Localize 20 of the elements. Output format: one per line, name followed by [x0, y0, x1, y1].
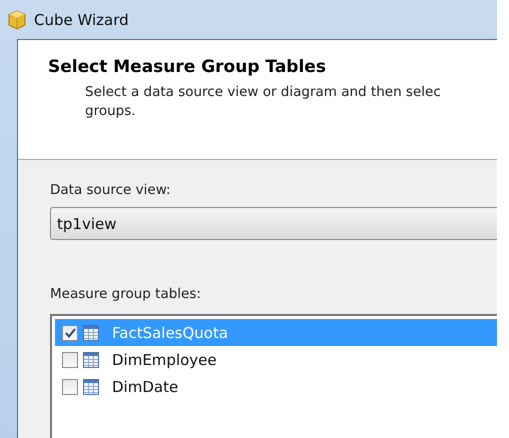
table-icon	[83, 352, 99, 368]
checkbox[interactable]	[62, 378, 78, 394]
description-text: groups.	[85, 102, 137, 121]
table-name: FactSalesQuota	[112, 324, 228, 342]
description-text: Select a data source view or diagram and then selec	[85, 83, 442, 102]
checkmark-icon	[64, 328, 76, 338]
table-icon	[83, 324, 99, 340]
field-label: Data source view:	[50, 182, 172, 198]
dropdown[interactable]: tp1view	[50, 207, 497, 240]
page-heading: Select Measure Group Tables	[48, 57, 327, 77]
table-name: DimDate	[112, 378, 178, 396]
checkbox[interactable]	[62, 324, 78, 340]
list-item[interactable]: DimEmployee	[55, 346, 497, 373]
table-name: DimEmployee	[112, 350, 217, 368]
list-item[interactable]: DimDate	[55, 373, 497, 400]
window-title: Cube Wizard	[34, 10, 129, 28]
table-icon	[83, 378, 99, 394]
cube-icon	[8, 10, 26, 30]
field-label: Measure group tables:	[50, 286, 202, 302]
checkbox[interactable]	[62, 352, 78, 368]
